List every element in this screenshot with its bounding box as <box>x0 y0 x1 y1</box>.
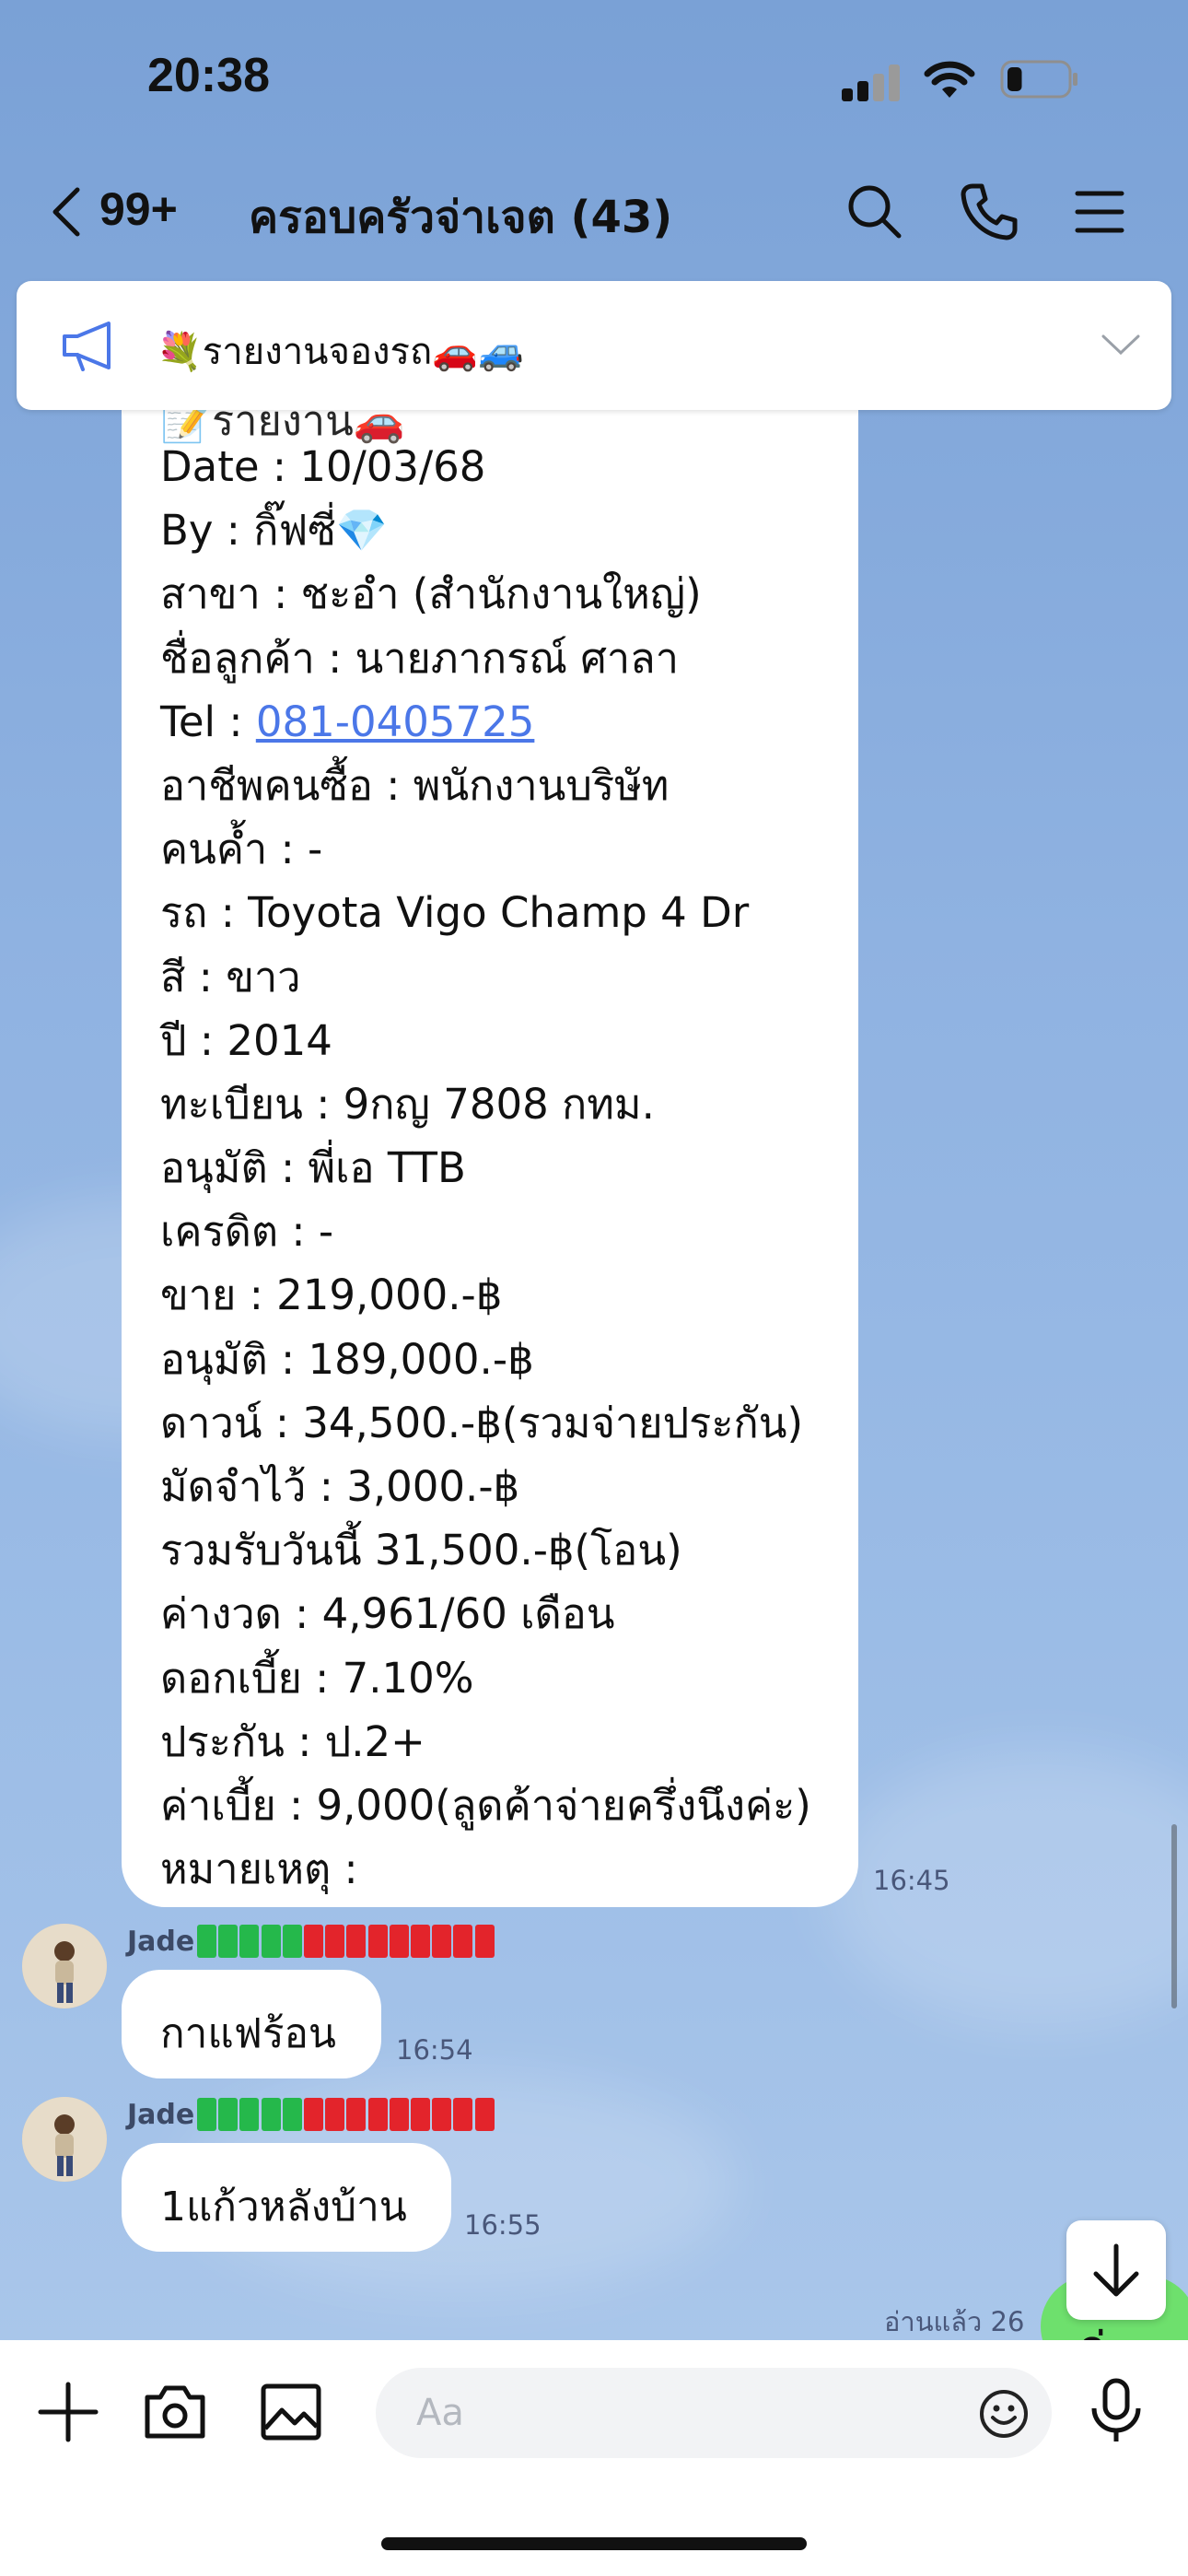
report-line: สี : ขาว <box>160 952 301 1001</box>
message-time: 16:45 <box>873 1865 950 1896</box>
plus-icon[interactable] <box>35 2379 101 2445</box>
message-input-bar: Aa <box>0 2340 1188 2576</box>
red-square-badge-icon <box>346 1925 367 1958</box>
report-line: ปี : 2014 <box>160 1015 332 1065</box>
report-line: ชื่อลูกค้า : นายภากรณ์ ศาลา <box>160 633 680 683</box>
message-input[interactable]: Aa <box>376 2368 1052 2458</box>
report-line: ค่างวด : 4,961/60 เดือน <box>160 1589 615 1639</box>
red-square-badge-icon <box>453 1925 473 1958</box>
red-square-badge-icon <box>304 1925 323 1958</box>
green-check-badge-icon <box>197 2098 216 2131</box>
announcement-text: 💐รายงานจองรถ🚗🚙 <box>157 331 524 373</box>
status-bar: 20:38 <box>0 0 1188 157</box>
red-square-badge-icon <box>389 1925 409 1958</box>
cellular-signal-icon <box>842 64 901 101</box>
green-check-badge-icon <box>239 1925 260 1958</box>
image-icon[interactable] <box>258 2379 324 2445</box>
red-square-badge-icon <box>411 1925 430 1958</box>
microphone-icon[interactable] <box>1083 2377 1149 2443</box>
arrow-down-icon <box>1093 2243 1139 2297</box>
chat-title[interactable]: ครอบครัวจ่าเจต (43) <box>249 182 672 252</box>
home-indicator[interactable] <box>381 2537 807 2550</box>
green-check-badge-icon <box>218 1925 239 1958</box>
report-line: รวมรับวันนี้ 31,500.-฿(โอน) <box>160 1526 682 1575</box>
red-square-badge-icon <box>367 2098 388 2131</box>
report-line: มัดจำไว้ : 3,000.-฿ <box>160 1462 520 1511</box>
red-square-badge-icon <box>304 2098 323 2131</box>
green-check-badge-icon <box>261 2098 281 2131</box>
announcement-banner[interactable]: 💐รายงานจองรถ🚗🚙 <box>17 281 1171 410</box>
green-check-badge-icon <box>282 1925 302 1958</box>
report-line-label: Tel : <box>160 697 256 746</box>
report-line: ดาวน์ : 34,500.-฿(รวมจ่ายประกัน) <box>160 1398 804 1447</box>
report-message-bubble[interactable]: 📝รายงาน🚗 Date : 10/03/68 By : กิ๊ฟซี่💎 สาข… <box>122 350 858 1907</box>
phone-link[interactable]: 081-0405725 <box>256 697 535 746</box>
green-check-badge-icon <box>239 2098 260 2131</box>
report-line: Tel : 081-0405725 <box>160 690 860 754</box>
megaphone-icon <box>63 322 111 371</box>
unread-count[interactable]: 99+ <box>99 182 178 236</box>
report-line: By : กิ๊ฟซี่💎 <box>160 506 388 556</box>
report-line: รถ : Toyota Vigo Champ 4 Dr <box>160 888 750 938</box>
message-time: 16:55 <box>464 2209 542 2241</box>
report-line: อาชีพคนซื้อ : พนักงานบริษัท <box>160 760 670 810</box>
status-time: 20:38 <box>147 49 270 102</box>
red-square-badge-icon <box>389 2098 409 2131</box>
green-check-badge-icon <box>282 2098 302 2131</box>
red-square-badge-icon <box>474 1925 495 1958</box>
message-bubble[interactable]: 1แก้วหลังบ้าน <box>122 2143 451 2252</box>
report-line: ประกัน : ป.2+ <box>160 1716 425 1766</box>
message-text: กาแฟร้อน <box>160 2010 336 2057</box>
chevron-down-icon[interactable] <box>1098 329 1144 362</box>
report-line: หมายเหตุ : <box>160 1844 358 1894</box>
report-line: อนุมัติ : พี่เอ TTB <box>160 1143 466 1193</box>
battery-icon <box>1000 60 1077 99</box>
message-input-placeholder: Aa <box>416 2392 464 2434</box>
red-square-badge-icon <box>325 2098 345 2131</box>
scroll-to-bottom-button[interactable] <box>1066 2220 1166 2320</box>
message-bubble[interactable]: กาแฟร้อน <box>122 1970 381 2078</box>
red-square-badge-icon <box>346 2098 367 2131</box>
avatar[interactable] <box>22 1924 107 2008</box>
message-text: 1แก้วหลังบ้าน <box>160 2184 407 2231</box>
red-square-badge-icon <box>432 1925 452 1958</box>
red-square-badge-icon <box>411 2098 430 2131</box>
avatar[interactable] <box>22 2097 107 2182</box>
scrollbar[interactable] <box>1171 1824 1177 2008</box>
report-line: Date : 10/03/68 <box>160 442 486 491</box>
report-lines: Date : 10/03/68 By : กิ๊ฟซี่💎 สาขา : ชะอำ … <box>160 435 860 1901</box>
report-line: ดอกเบี้ย : 7.10% <box>160 1653 474 1703</box>
camera-icon[interactable] <box>142 2379 208 2445</box>
red-square-badge-icon <box>474 2098 495 2131</box>
menu-icon[interactable] <box>1068 181 1131 243</box>
report-line: ขาย : 219,000.-฿ <box>160 1270 503 1320</box>
red-square-badge-icon <box>367 1925 388 1958</box>
report-line: ทะเบียน : 9กญ 7808 กทม. <box>160 1079 655 1129</box>
sender-name: Jade <box>127 1926 195 1958</box>
report-line: อนุมัติ : 189,000.-฿ <box>160 1334 534 1384</box>
emoji-icon[interactable] <box>978 2388 1030 2440</box>
back-icon[interactable] <box>48 184 85 240</box>
red-square-badge-icon <box>453 2098 473 2131</box>
read-status: อ่านแล้ว 26 <box>884 2306 1025 2337</box>
report-line: คนค้ำ : - <box>160 825 323 874</box>
report-line: สาขา : ชะอำ (สำนักงานใหญ่) <box>160 569 702 619</box>
report-line: ค่าเบี้ย : 9,000(ลูดค้าจ่ายครึ่งนึงค่ะ) <box>160 1780 811 1830</box>
chat-header: 99+ ครอบครัวจ่าเจต (43) <box>0 157 1188 267</box>
search-icon[interactable] <box>844 181 906 243</box>
green-check-badge-icon <box>197 1925 216 1958</box>
red-square-badge-icon <box>432 2098 452 2131</box>
sender-name: Jade <box>127 2099 195 2131</box>
wifi-icon <box>924 61 975 98</box>
phone-icon[interactable] <box>958 181 1020 243</box>
green-check-badge-icon <box>261 1925 281 1958</box>
message-time: 16:54 <box>396 2034 473 2066</box>
red-square-badge-icon <box>325 1925 345 1958</box>
report-line: เครดิต : - <box>160 1207 334 1257</box>
green-check-badge-icon <box>218 2098 239 2131</box>
